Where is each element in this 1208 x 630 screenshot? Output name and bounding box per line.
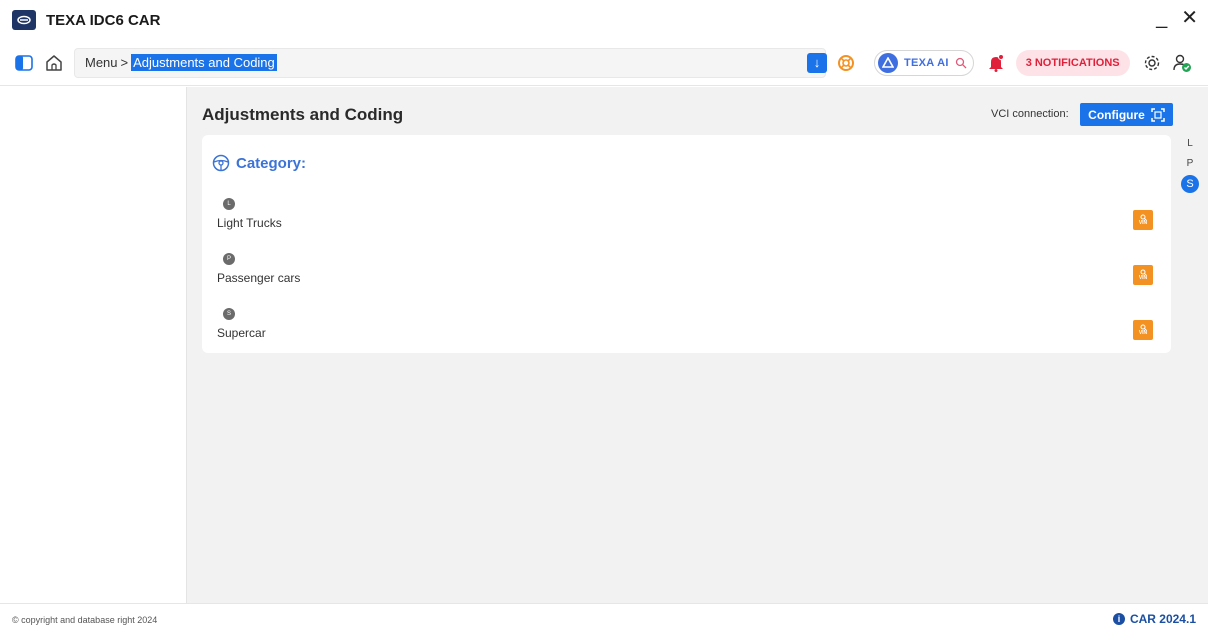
vin-search-button-passenger-cars[interactable]: VIN	[1133, 265, 1153, 285]
gear-icon[interactable]	[1140, 51, 1164, 75]
footer: © copyright and database right 2024 i CA…	[0, 603, 1208, 630]
lifebuoy-icon[interactable]	[834, 51, 858, 75]
category-supercar[interactable]: Supercar	[217, 326, 266, 340]
vin-label: VIN	[1138, 330, 1148, 336]
vin-label: VIN	[1138, 275, 1148, 281]
configure-button[interactable]: Configure	[1080, 103, 1173, 126]
title-bar: TEXA IDC6 CAR _ ✕	[0, 0, 1208, 40]
category-header: Category:	[212, 154, 306, 172]
breadcrumb-current[interactable]: Adjustments and Coding	[131, 54, 277, 71]
notifications-button[interactable]: 3 NOTIFICATIONS	[1015, 50, 1130, 76]
group-letter-s: S	[223, 308, 235, 320]
app-logo-icon	[12, 10, 36, 30]
info-icon: i	[1112, 613, 1125, 625]
copyright-text: © copyright and database right 2024	[12, 615, 158, 625]
vin-search-button-supercar[interactable]: VIN	[1133, 320, 1153, 340]
page-title: Adjustments and Coding	[202, 105, 404, 124]
bell-icon[interactable]	[984, 51, 1008, 75]
vci-device-icon	[1151, 107, 1165, 122]
category-title: Category:	[236, 154, 307, 172]
vci-connection-label: VCI connection:	[991, 108, 1069, 120]
breadcrumb-menu[interactable]: Menu	[85, 55, 118, 70]
texa-ai-search[interactable]: TEXA AI	[874, 50, 974, 76]
user-status-icon[interactable]	[1170, 51, 1194, 75]
alpha-index-l[interactable]: L	[1187, 135, 1193, 151]
app-title: TEXA IDC6 CAR	[46, 11, 161, 29]
alpha-index-s[interactable]: S	[1181, 175, 1199, 193]
sidebar	[0, 87, 187, 603]
vin-search-button-light-trucks[interactable]: VIN	[1133, 210, 1153, 230]
version-label: CAR 2024.1	[1129, 612, 1196, 626]
vin-label: VIN	[1138, 220, 1148, 226]
category-card: Category: L Light Trucks VIN P Passenger…	[202, 135, 1171, 353]
breadcrumb[interactable]: Menu > Adjustments and Coding ↓	[74, 47, 827, 78]
alpha-index-p[interactable]: P	[1187, 155, 1194, 171]
alphabet-index: L P S	[1180, 135, 1200, 193]
texa-ai-logo-icon	[878, 53, 898, 73]
download-arrow-icon[interactable]: ↓	[807, 52, 827, 73]
group-letter-l: L	[223, 198, 235, 210]
configure-label: Configure	[1088, 107, 1145, 122]
steering-wheel-icon	[212, 154, 230, 172]
close-button[interactable]: ✕	[1181, 6, 1198, 30]
category-passenger-cars[interactable]: Passenger cars	[217, 271, 300, 285]
sidebar-toggle-icon[interactable]	[12, 51, 36, 75]
breadcrumb-separator: >	[120, 55, 129, 70]
search-icon	[955, 57, 967, 69]
toolbar: Menu > Adjustments and Coding ↓ TEXA AI …	[0, 40, 1208, 86]
version-info[interactable]: i CAR 2024.1	[1112, 612, 1196, 626]
texa-ai-label: TEXA AI	[904, 57, 949, 69]
main-content: Adjustments and Coding VCI connection: C…	[187, 87, 1208, 603]
minimize-button[interactable]: _	[1156, 6, 1167, 30]
home-icon[interactable]	[42, 51, 66, 75]
category-light-trucks[interactable]: Light Trucks	[217, 216, 282, 230]
group-letter-p: P	[223, 253, 235, 265]
